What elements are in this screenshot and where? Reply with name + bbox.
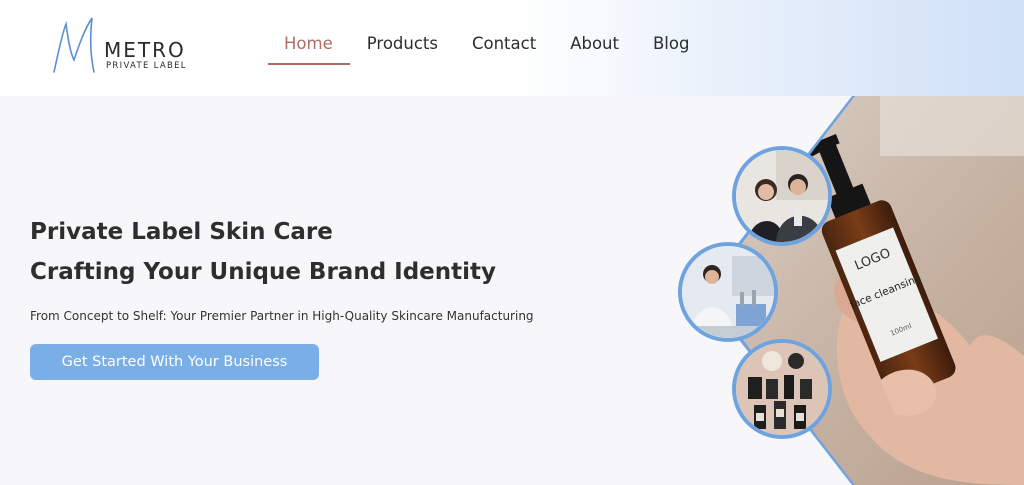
brand-tagline: PRIVATE LABEL [106, 61, 187, 71]
hero-title: Private Label Skin Care Crafting Your Un… [30, 212, 590, 292]
nav-about[interactable]: About [570, 34, 619, 64]
hero-image-area: LOGO face cleansing 100ml [678, 96, 1024, 485]
logo-m-mark-icon [53, 17, 95, 73]
main-nav: Home Products Contact About Blog [268, 34, 723, 65]
hero-title-line-1: Private Label Skin Care [30, 219, 333, 245]
nav-home[interactable]: Home [268, 34, 350, 65]
product-range-photo-circle [732, 339, 832, 439]
brand-name: METRO [104, 38, 186, 62]
nav-blog[interactable]: Blog [653, 34, 689, 64]
consultation-photo-circle [732, 146, 832, 246]
page: METRO PRIVATE LABEL Home Products Contac… [0, 0, 1024, 485]
hero-subtitle: From Concept to Shelf: Your Premier Part… [30, 309, 534, 323]
nav-products[interactable]: Products [367, 34, 438, 64]
site-header: METRO PRIVATE LABEL Home Products Contac… [0, 0, 1024, 96]
get-started-button[interactable]: Get Started With Your Business [30, 344, 319, 380]
laboratory-photo-circle [678, 242, 778, 342]
hero-title-line-2: Crafting Your Unique Brand Identity [30, 259, 497, 285]
brand-logo[interactable]: METRO PRIVATE LABEL [48, 14, 208, 80]
nav-contact[interactable]: Contact [472, 34, 536, 64]
